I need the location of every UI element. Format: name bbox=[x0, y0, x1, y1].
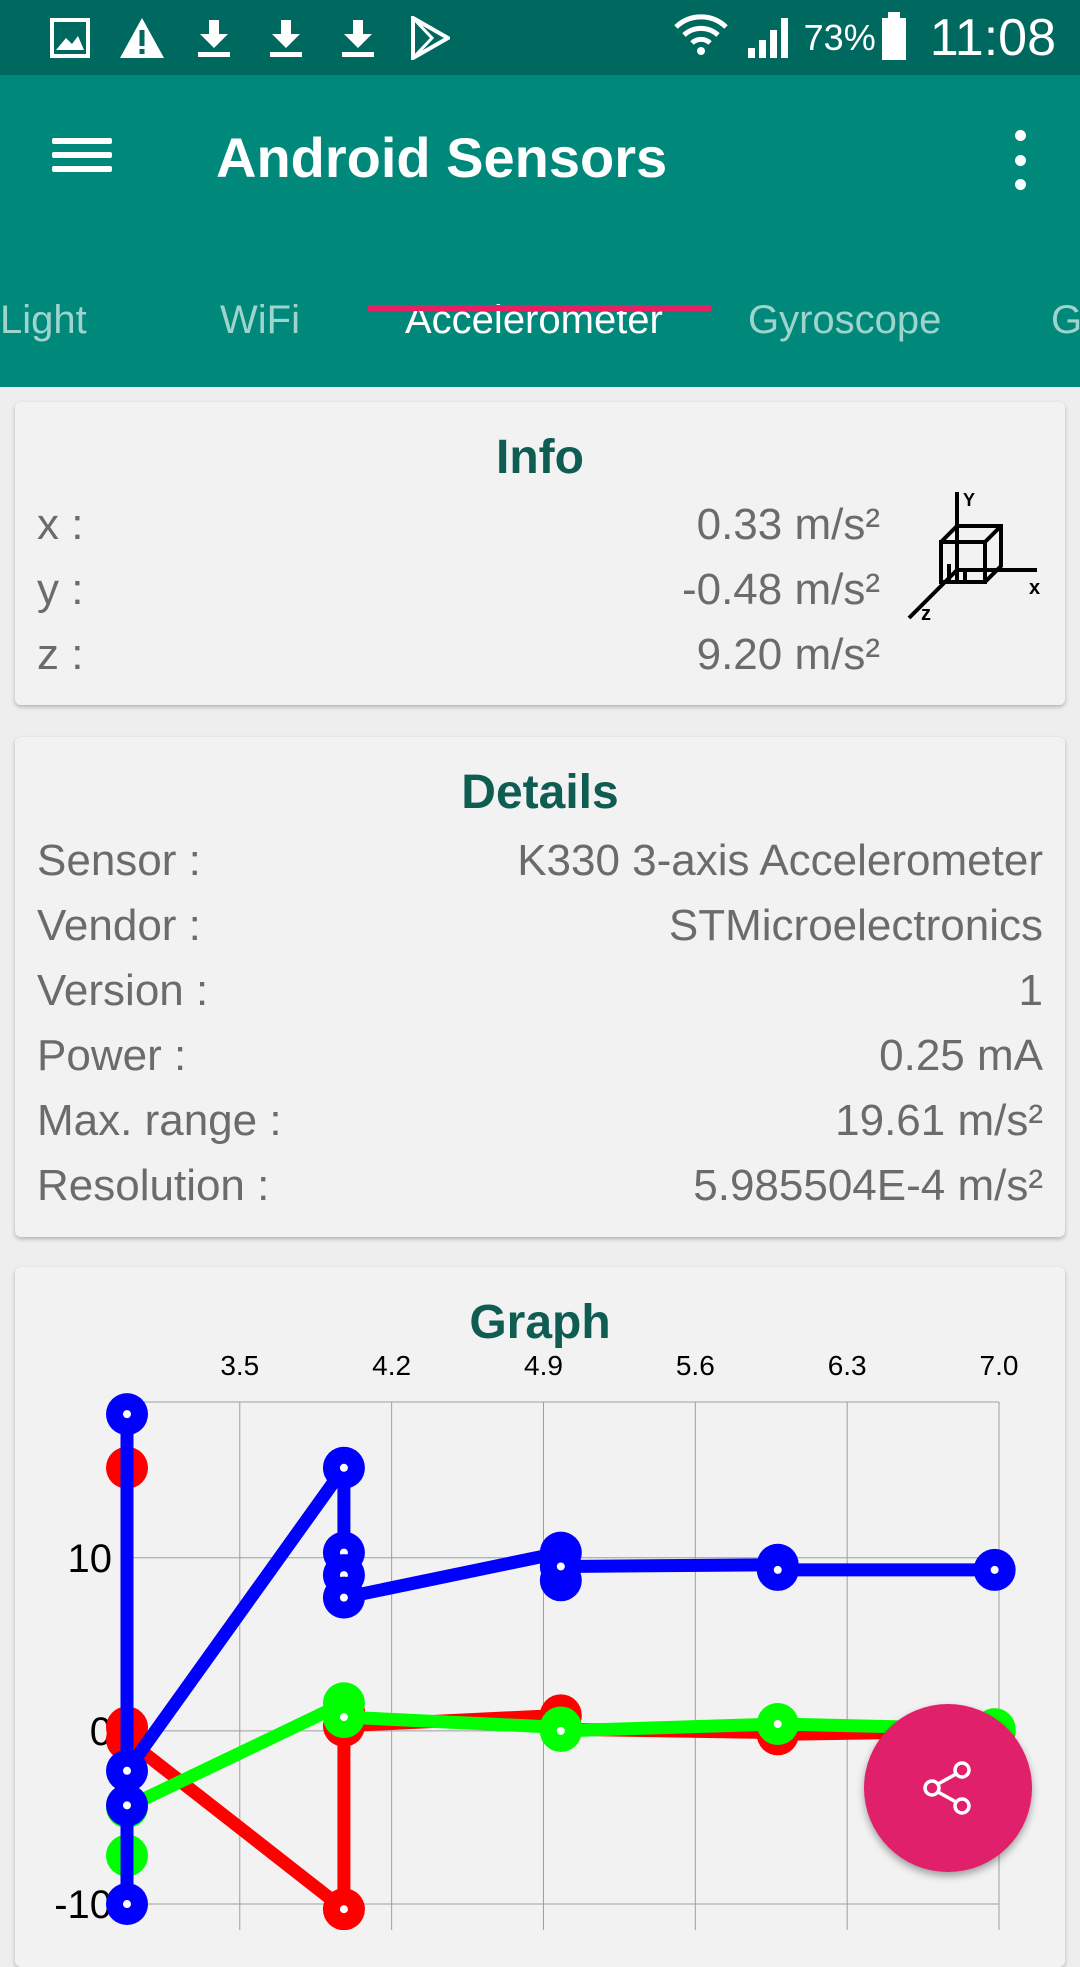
wifi-icon bbox=[673, 9, 728, 68]
chart-grid bbox=[127, 1401, 1000, 1930]
details-row-power: Power : 0.25 mA bbox=[37, 1031, 1043, 1091]
data-point-center bbox=[556, 1562, 565, 1571]
info-value: 9.20 m/s² bbox=[696, 630, 880, 679]
axis-cube-icon: Y x z bbox=[903, 488, 1053, 628]
x-tick-label: 5.6 bbox=[676, 1350, 715, 1381]
play-store-icon bbox=[394, 14, 466, 62]
info-row-y: y : -0.48 m/s² bbox=[37, 565, 880, 625]
image-icon bbox=[34, 14, 106, 62]
details-row-resolution: Resolution : 5.985504E-4 m/s² bbox=[37, 1161, 1043, 1221]
details-title: Details bbox=[461, 766, 619, 819]
details-card: Details Sensor : K330 3-axis Acceleromet… bbox=[15, 737, 1065, 1237]
data-point-center bbox=[990, 1565, 999, 1574]
status-right: 73% 11:08 bbox=[673, 8, 1056, 68]
info-value: 0.33 m/s² bbox=[696, 500, 880, 549]
series-0 bbox=[106, 1446, 1016, 1930]
details-value: 1 bbox=[1018, 966, 1043, 1015]
data-point-center bbox=[123, 1410, 131, 1419]
axis-y-label: Y bbox=[963, 490, 975, 510]
y-tick-labels: 100-10 bbox=[54, 1537, 112, 1927]
info-row-z: z : 9.20 m/s² bbox=[37, 630, 880, 690]
battery-icon bbox=[880, 10, 908, 67]
chart-series bbox=[106, 1393, 1016, 1930]
tab-g[interactable]: G bbox=[1051, 298, 1080, 343]
details-row-sensor: Sensor : K330 3-axis Accelerometer bbox=[37, 836, 1043, 896]
info-card: Info x : 0.33 m/s² y : -0.48 m/s² z : 9.… bbox=[15, 402, 1065, 705]
tab-indicator bbox=[368, 305, 711, 311]
details-label: Sensor : bbox=[37, 836, 201, 885]
info-row-x: x : 0.33 m/s² bbox=[37, 500, 880, 560]
details-label: Max. range : bbox=[37, 1096, 282, 1145]
download-icon bbox=[178, 14, 250, 62]
data-point-center bbox=[339, 1905, 348, 1914]
details-value: 5.985504E-4 m/s² bbox=[693, 1161, 1043, 1210]
x-tick-label: 4.2 bbox=[372, 1350, 411, 1381]
notification-icons bbox=[34, 14, 466, 62]
signal-icon bbox=[746, 12, 794, 65]
info-label: z : bbox=[37, 630, 84, 679]
share-button[interactable] bbox=[864, 1704, 1032, 1872]
status-bar: 73% 11:08 bbox=[0, 0, 1080, 75]
details-label: Vendor : bbox=[37, 901, 201, 950]
data-point-center bbox=[773, 1565, 782, 1574]
series-2 bbox=[106, 1393, 1016, 1926]
info-title: Info bbox=[496, 431, 584, 484]
tab-light[interactable]: Light bbox=[0, 298, 87, 343]
x-tick-label: 7.0 bbox=[980, 1350, 1019, 1381]
data-point-center bbox=[339, 1713, 348, 1722]
battery-percent: 73% bbox=[803, 17, 876, 58]
details-row-vendor: Vendor : STMicroelectronics bbox=[37, 901, 1043, 961]
info-label: y : bbox=[37, 565, 84, 614]
details-value: 0.25 mA bbox=[879, 1031, 1043, 1080]
app-bar: Android Sensors Light WiFi Accelerometer… bbox=[0, 75, 1080, 387]
details-value: K330 3-axis Accelerometer bbox=[517, 836, 1043, 885]
data-point-center bbox=[556, 1726, 565, 1735]
axis-x-label: x bbox=[1029, 577, 1040, 599]
tab-wifi[interactable]: WiFi bbox=[220, 298, 300, 343]
data-point-center bbox=[123, 1766, 131, 1775]
details-value: STMicroelectronics bbox=[668, 901, 1043, 950]
download-icon bbox=[322, 14, 394, 62]
axis-z-label: z bbox=[921, 603, 931, 625]
more-options-icon[interactable] bbox=[1000, 130, 1040, 190]
info-value: -0.48 m/s² bbox=[681, 565, 880, 614]
details-row-max-range: Max. range : 19.61 m/s² bbox=[37, 1096, 1043, 1156]
data-point-center bbox=[339, 1463, 348, 1472]
warning-icon bbox=[106, 14, 178, 62]
details-label: Resolution : bbox=[37, 1161, 270, 1210]
tab-bar: Light WiFi Accelerometer Gyroscope G bbox=[0, 280, 1080, 387]
data-point-center bbox=[123, 1801, 131, 1810]
details-row-version: Version : 1 bbox=[37, 966, 1043, 1026]
tab-gyroscope[interactable]: Gyroscope bbox=[748, 298, 941, 343]
menu-icon[interactable] bbox=[48, 130, 116, 182]
details-label: Version : bbox=[37, 966, 209, 1015]
x-tick-labels: 3.5 4.2 4.9 5.6 6.3 7.0 bbox=[220, 1350, 1018, 1381]
data-point-center bbox=[773, 1719, 782, 1728]
info-label: x : bbox=[37, 500, 84, 549]
y-tick-label: 10 bbox=[68, 1537, 113, 1581]
x-tick-label: 4.9 bbox=[524, 1350, 563, 1381]
data-point-center bbox=[123, 1900, 131, 1909]
download-icon bbox=[250, 14, 322, 62]
app-title: Android Sensors bbox=[216, 126, 668, 189]
series-line bbox=[120, 1407, 1002, 1911]
share-icon bbox=[923, 1761, 971, 1815]
data-point-center bbox=[339, 1593, 348, 1602]
x-tick-label: 3.5 bbox=[220, 1350, 259, 1381]
y-tick-label: -10 bbox=[54, 1883, 112, 1927]
details-value: 19.61 m/s² bbox=[835, 1096, 1043, 1145]
details-label: Power : bbox=[37, 1031, 187, 1080]
x-tick-label: 6.3 bbox=[828, 1350, 867, 1381]
clock: 11:08 bbox=[929, 9, 1056, 67]
